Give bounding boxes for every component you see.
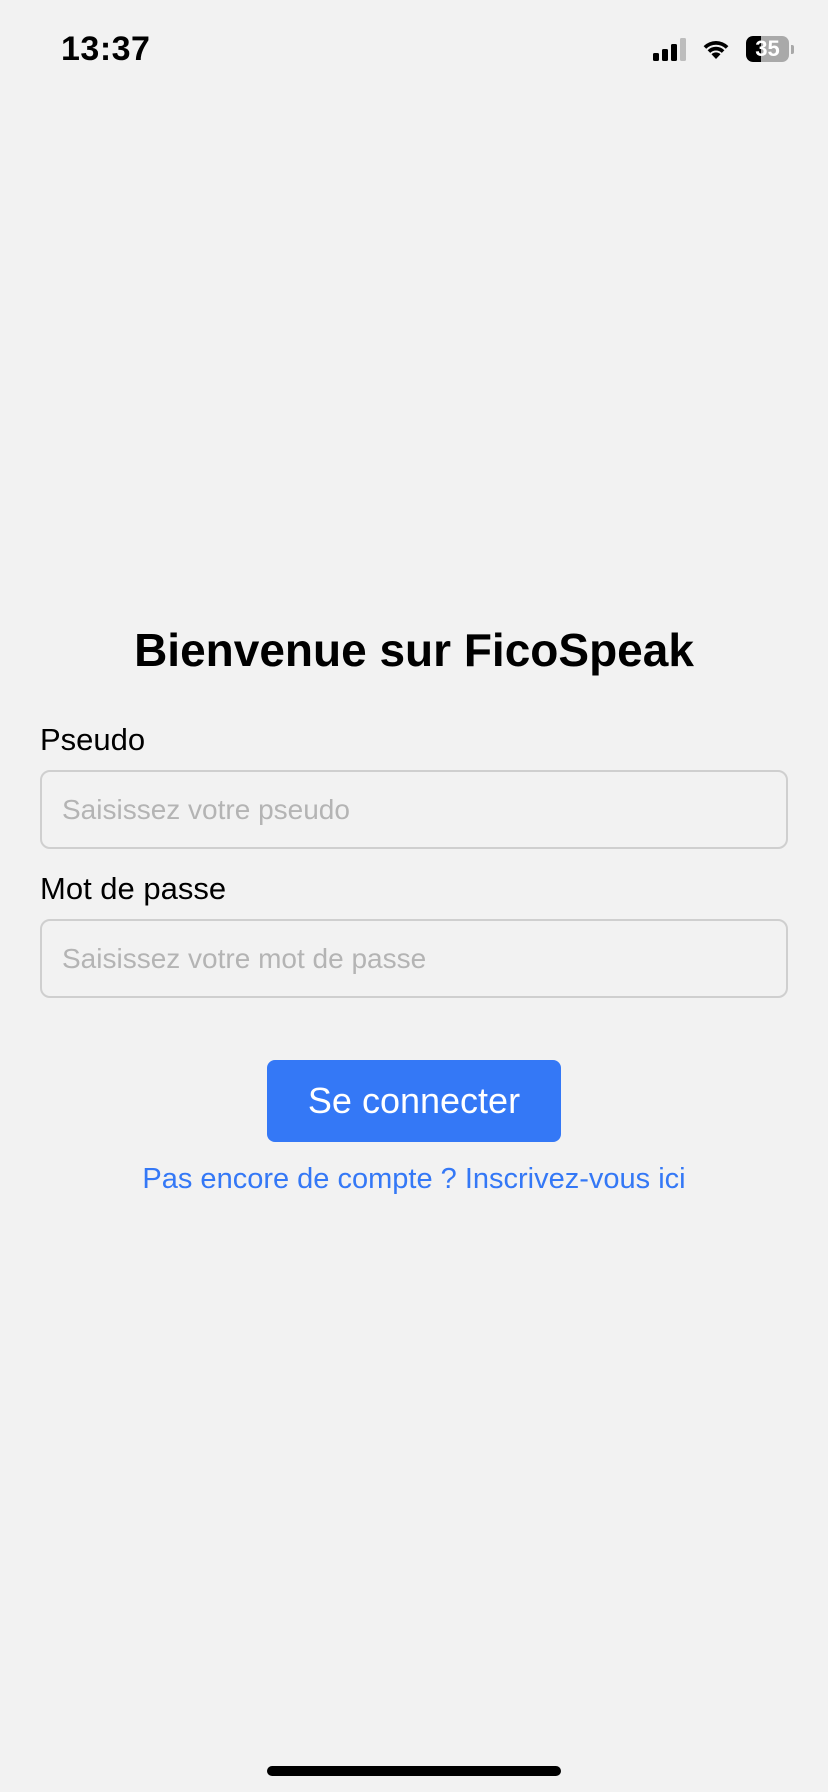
status-icons: 35 bbox=[653, 36, 794, 62]
wifi-icon bbox=[700, 37, 732, 61]
status-time: 13:37 bbox=[61, 30, 151, 68]
pseudo-label: Pseudo bbox=[40, 722, 146, 757]
battery-icon: 35 bbox=[746, 36, 794, 62]
signup-link[interactable]: Pas encore de compte ? Inscrivez-vous ic… bbox=[0, 1163, 828, 1196]
pseudo-input[interactable] bbox=[40, 770, 788, 849]
home-indicator[interactable] bbox=[267, 1766, 561, 1776]
login-button[interactable]: Se connecter bbox=[267, 1060, 561, 1142]
password-input[interactable] bbox=[40, 919, 788, 998]
battery-level: 35 bbox=[755, 36, 780, 61]
password-label: Mot de passe bbox=[40, 871, 227, 906]
page-title: Bienvenue sur FicoSpeak bbox=[134, 624, 694, 676]
status-bar: 13:37 35 bbox=[0, 0, 828, 100]
signal-icon bbox=[653, 37, 686, 61]
